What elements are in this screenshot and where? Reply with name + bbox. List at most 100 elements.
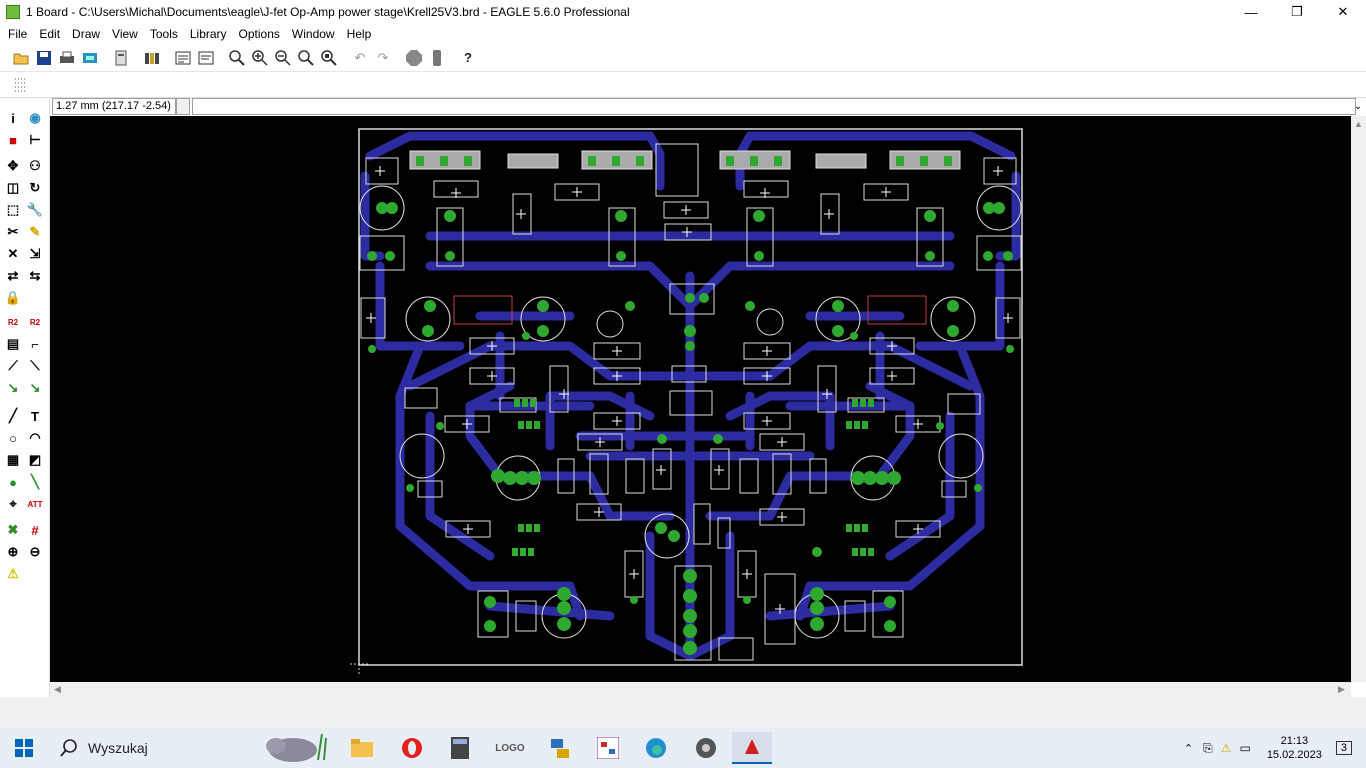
group-icon[interactable]: ⬚ [3, 200, 23, 220]
opera-icon[interactable] [392, 732, 432, 764]
zoom-fit-icon[interactable] [226, 47, 248, 69]
minimize-button[interactable]: — [1228, 0, 1274, 24]
coordinate-toggle-button[interactable] [176, 98, 190, 115]
change-icon[interactable]: 🔧 [25, 200, 45, 220]
menu-draw[interactable]: Draw [66, 24, 106, 44]
miter-icon[interactable]: ⌐ [25, 334, 45, 354]
route-icon[interactable]: ⟋ [3, 356, 23, 376]
warning-tray-icon[interactable]: ⚠ [1221, 741, 1232, 755]
polygon-icon[interactable]: ◩ [25, 450, 45, 470]
name-icon[interactable]: R2 [3, 312, 23, 332]
wire-icon[interactable]: ↘ [3, 378, 23, 398]
line-icon[interactable]: ╱ [3, 406, 23, 426]
menu-help[interactable]: Help [341, 24, 378, 44]
horizontal-scrollbar[interactable]: ◀ ▶ [50, 682, 1351, 697]
eagle-app-icon [6, 5, 20, 19]
logo-v8-icon[interactable]: LOGO [490, 732, 530, 764]
delete-icon[interactable]: ✕ [3, 244, 23, 264]
split-icon[interactable]: ✎ [25, 222, 45, 242]
restore-button[interactable]: ❐ [1274, 0, 1320, 24]
display-icon[interactable]: ■ [3, 130, 23, 150]
warning-icon[interactable]: ⚠ [3, 564, 23, 584]
notifications-badge[interactable]: 3 [1335, 741, 1352, 755]
command-dropdown-icon[interactable]: ⌄ [1350, 98, 1366, 115]
signal-icon[interactable]: ↘ [25, 378, 45, 398]
via-icon[interactable]: ● [3, 472, 23, 492]
menu-window[interactable]: Window [286, 24, 341, 44]
signal-wire-icon[interactable]: ╲ [25, 472, 45, 492]
redo-icon[interactable]: ↷ [372, 47, 394, 69]
zoom-in-icon[interactable] [249, 47, 271, 69]
calculator-icon[interactable] [440, 732, 480, 764]
ripup-icon[interactable]: ⟍ [25, 356, 45, 376]
menu-library[interactable]: Library [184, 24, 233, 44]
vertical-scrollbar[interactable]: ▲ [1351, 116, 1366, 682]
command-input[interactable] [192, 98, 1356, 115]
device-icon[interactable]: ⎘ [1203, 741, 1213, 756]
menu-file[interactable]: File [2, 24, 33, 44]
menu-options[interactable]: Options [233, 24, 286, 44]
attribute-icon[interactable]: ATT [25, 494, 45, 514]
errors-icon[interactable]: ⊖ [25, 542, 45, 562]
network-icon[interactable]: ▭ [1239, 741, 1250, 755]
undo-icon[interactable]: ↶ [349, 47, 371, 69]
lock-icon[interactable]: 🔒 [3, 288, 23, 308]
menu-tools[interactable]: Tools [144, 24, 184, 44]
help-icon[interactable]: ? [457, 47, 479, 69]
show-icon[interactable]: ◉ [25, 108, 45, 128]
scroll-right-icon[interactable]: ▶ [1338, 684, 1345, 695]
board-icon[interactable] [110, 47, 132, 69]
add-icon[interactable]: ⇲ [25, 244, 45, 264]
rect-icon[interactable]: ▦ [3, 450, 23, 470]
mirror-icon[interactable]: ◫ [3, 178, 23, 198]
ratsnest-icon[interactable]: ✖ [3, 520, 23, 540]
smash-icon[interactable]: ⇆ [25, 266, 45, 286]
save-icon[interactable] [33, 47, 55, 69]
ulp-icon[interactable] [195, 47, 217, 69]
text-icon[interactable]: T [25, 406, 45, 426]
arc-icon[interactable]: ◠ [25, 428, 45, 448]
auto-icon[interactable]: # [25, 520, 45, 540]
taskbar: Wyszukaj LOGO ⌃ ⎘ ⚠ ▭ 21:13 15.02.2023 3 [0, 728, 1366, 768]
hole-icon[interactable]: ⌖ [3, 494, 23, 514]
network-app-icon[interactable] [540, 732, 580, 764]
eagle-taskbar-icon[interactable] [732, 732, 772, 764]
scroll-up-icon[interactable]: ▲ [1354, 119, 1363, 129]
copy-icon[interactable]: ⚇ [25, 156, 45, 176]
edge-icon[interactable] [636, 732, 676, 764]
print-icon[interactable] [56, 47, 78, 69]
mark-icon[interactable]: ⊢ [25, 130, 45, 150]
start-button[interactable] [0, 728, 48, 768]
zoom-out-icon[interactable] [272, 47, 294, 69]
info-icon[interactable]: i [3, 108, 23, 128]
stop-icon[interactable] [403, 47, 425, 69]
diagram-app-icon[interactable] [588, 732, 628, 764]
taskbar-search[interactable]: Wyszukaj [48, 728, 338, 768]
move-icon[interactable]: ✥ [3, 156, 23, 176]
library-icon[interactable] [141, 47, 163, 69]
paste-icon[interactable]: ✂ [3, 222, 23, 242]
taskbar-clock[interactable]: 21:13 15.02.2023 [1267, 734, 1322, 762]
tray-expand-icon[interactable]: ⌃ [1184, 742, 1193, 755]
script-icon[interactable] [172, 47, 194, 69]
cam-icon[interactable] [79, 47, 101, 69]
go-icon[interactable] [426, 47, 448, 69]
circle-icon[interactable]: ○ [3, 428, 23, 448]
optimize-icon[interactable]: ▤ [3, 334, 23, 354]
open-icon[interactable] [10, 47, 32, 69]
grid-icon[interactable] [10, 74, 32, 96]
zoom-select-icon[interactable] [318, 47, 340, 69]
replace-icon[interactable]: ⇄ [3, 266, 23, 286]
rotate-icon[interactable]: ↻ [25, 178, 45, 198]
scroll-left-icon[interactable]: ◀ [54, 684, 61, 695]
board-canvas[interactable] [50, 116, 1351, 682]
value-icon[interactable]: R2 [25, 312, 45, 332]
drc-icon[interactable]: ⊕ [3, 542, 23, 562]
file-explorer-icon[interactable] [342, 732, 382, 764]
zoom-redraw-icon[interactable] [295, 47, 317, 69]
tool-palette: i ◉ ■ ⊢ ✥ ⚇ ◫ ↻ ⬚ 🔧 ✂ ✎ ✕ ⇲ ⇄ ⇆ 🔒 R2 R2 … [0, 98, 50, 700]
disk-app-icon[interactable] [686, 732, 726, 764]
close-button[interactable]: ✕ [1320, 0, 1366, 24]
menu-edit[interactable]: Edit [33, 24, 66, 44]
menu-view[interactable]: View [106, 24, 144, 44]
